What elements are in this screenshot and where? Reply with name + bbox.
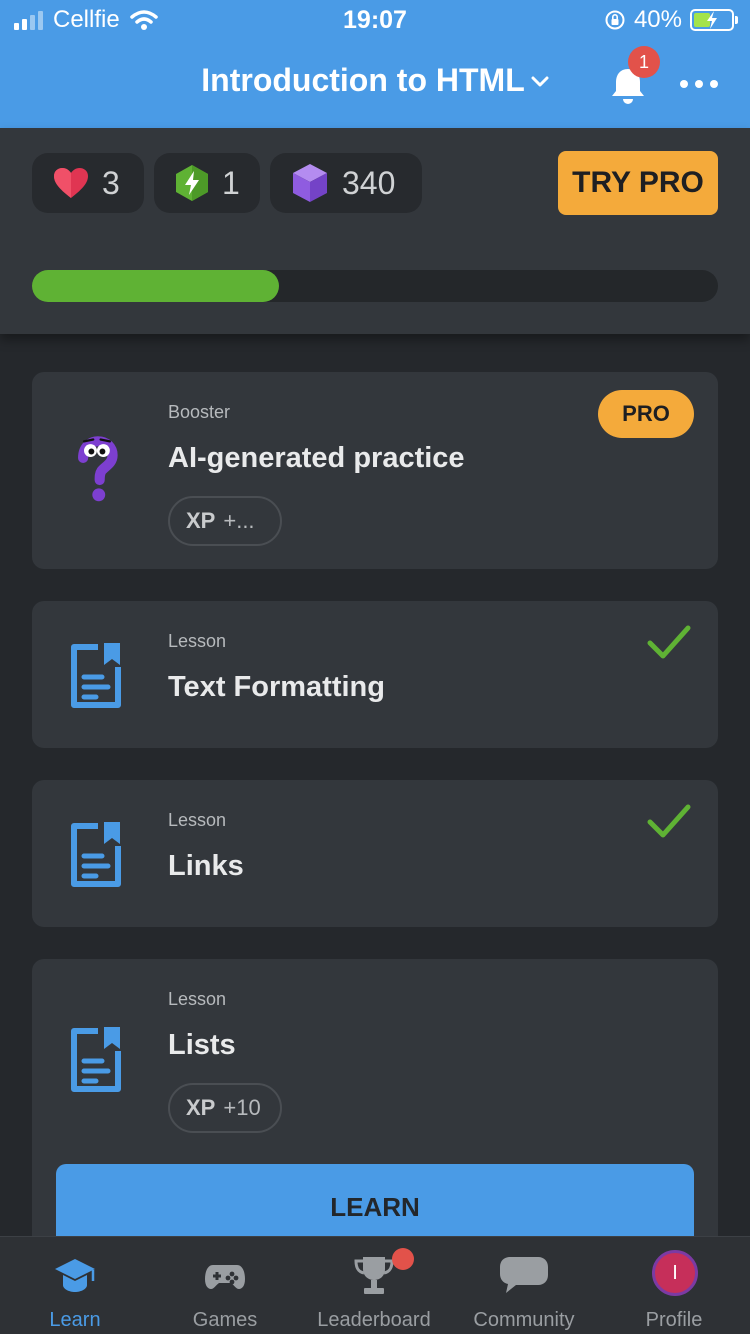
avatar[interactable]: I (652, 1250, 698, 1296)
hearts-counter[interactable]: 3 (32, 153, 144, 213)
tab-label: Games (192, 1309, 258, 1331)
tab-learn[interactable]: Learn (0, 1237, 150, 1334)
lesson-card[interactable]: Lesson Links (32, 780, 718, 927)
card-title: Links (168, 850, 244, 882)
booster-card[interactable]: Booster AI-generated practice XP +... PR… (32, 372, 718, 569)
chat-bubble-icon (500, 1257, 548, 1293)
bottom-tab-bar: Learn Games Leaderboard Community Profil… (0, 1236, 750, 1334)
xp-value: +... (223, 508, 255, 533)
card-title: Text Formatting (168, 671, 385, 703)
tab-label: Leaderboard (317, 1309, 431, 1331)
notification-badge: 1 (628, 46, 660, 78)
battery-icon (690, 9, 738, 31)
xp-chip: XP +10 (168, 1083, 282, 1133)
heart-icon (54, 168, 88, 198)
graduation-cap-icon (55, 1259, 95, 1292)
card-type-label: Lesson (168, 810, 227, 830)
course-progress-bar (32, 270, 718, 302)
gamepad-icon (205, 1265, 245, 1289)
tab-leaderboard[interactable]: Leaderboard (299, 1237, 449, 1334)
tab-label: Community (473, 1309, 575, 1331)
top-bar: Cellfie 19:07 40% Introduction to HTML 1 (0, 0, 750, 128)
chevron-down-icon (531, 68, 549, 94)
checkmark-icon (647, 625, 691, 659)
card-type-label: Lesson (168, 631, 227, 651)
more-options-icon[interactable] (680, 70, 720, 98)
stats-bar: 3 1 340 TRY PRO (0, 128, 750, 334)
try-pro-button[interactable]: TRY PRO (558, 151, 718, 215)
course-progress-fill (32, 270, 279, 302)
cube-gem-icon (293, 164, 327, 202)
lesson-document-icon (71, 643, 121, 708)
streak-counter[interactable]: 1 (154, 153, 260, 213)
tab-label: Profile (645, 1309, 703, 1331)
question-mascot-icon (78, 436, 118, 502)
status-bar: Cellfie 19:07 40% (0, 0, 750, 40)
checkmark-icon (647, 804, 691, 838)
card-type-label: Lesson (168, 989, 227, 1009)
xp-value: +10 (223, 1095, 261, 1120)
lightning-hexagon-icon (176, 165, 208, 201)
lesson-card[interactable]: Lesson Text Formatting (32, 601, 718, 748)
hearts-value: 3 (102, 164, 120, 201)
card-title: AI-generated practice (168, 442, 465, 474)
xp-label: XP (186, 1095, 216, 1120)
tab-community[interactable]: Community (449, 1237, 599, 1334)
gems-counter[interactable]: 340 (270, 153, 422, 213)
streak-value: 1 (222, 164, 240, 201)
page-title: Introduction to HTML (201, 62, 525, 98)
tab-games[interactable]: Games (150, 1237, 300, 1334)
trophy-icon (354, 1257, 394, 1294)
tab-label: Learn (49, 1309, 101, 1331)
card-type-label: Booster (168, 402, 231, 422)
lesson-document-icon (71, 1027, 121, 1092)
gems-value: 340 (342, 164, 396, 201)
status-bar-right: 40% (604, 6, 738, 34)
card-title: Lists (168, 1029, 236, 1061)
battery-percent: 40% (633, 6, 682, 33)
pro-badge: PRO (598, 390, 694, 438)
xp-label: XP (186, 508, 216, 533)
orientation-lock-icon (605, 10, 625, 30)
xp-chip: XP +... (168, 496, 282, 546)
leaderboard-notification-dot (392, 1248, 414, 1270)
lesson-document-icon (71, 822, 121, 887)
